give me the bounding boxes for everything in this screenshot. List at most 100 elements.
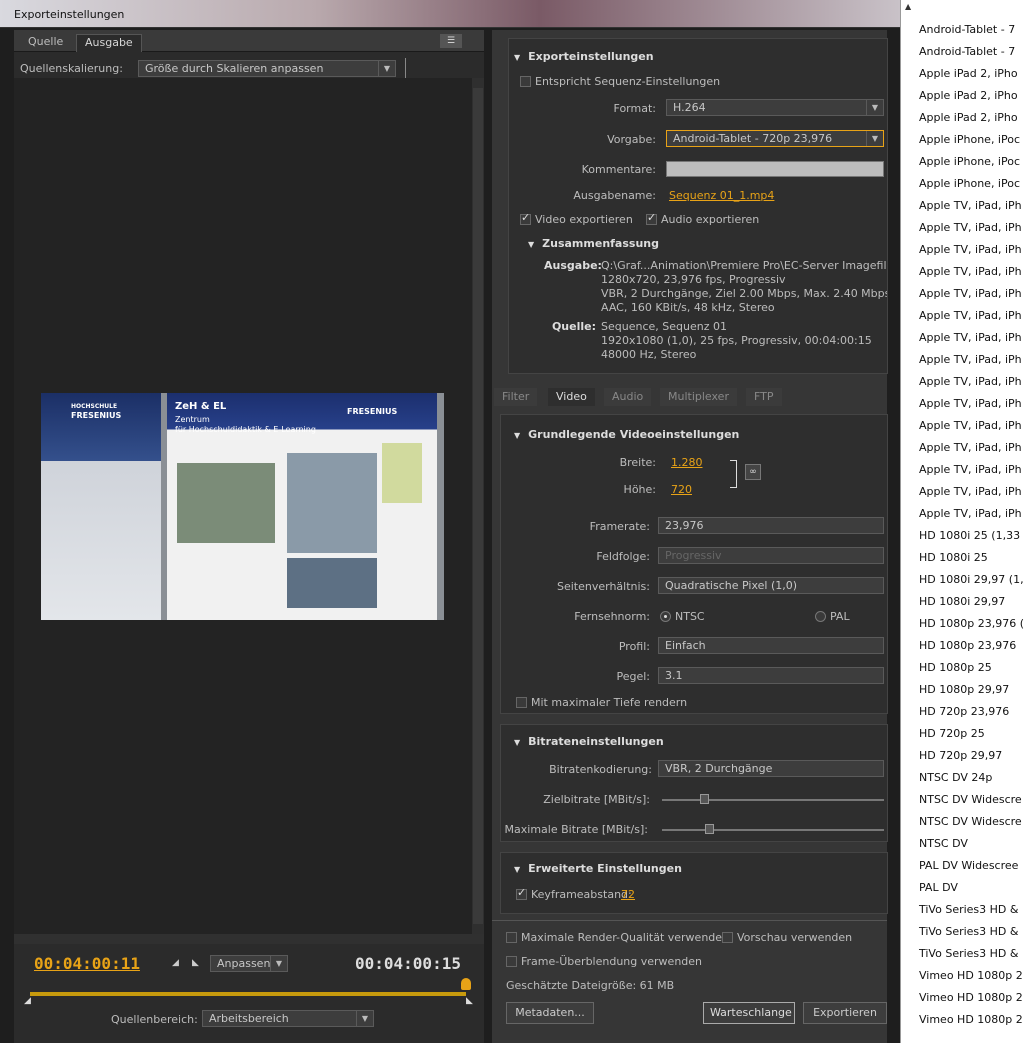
timeline-range-bar[interactable] (30, 992, 466, 996)
checkbox-icon[interactable] (646, 211, 657, 225)
preset-list-item[interactable]: Apple TV, iPad, iPh (919, 239, 1022, 261)
comments-input[interactable] (666, 161, 884, 177)
preset-list-item[interactable]: Apple iPad 2, iPho (919, 85, 1018, 107)
scrollbar-thumb[interactable] (473, 88, 483, 924)
height-value[interactable]: 720 (671, 483, 692, 496)
preset-list-item[interactable]: Android-Tablet - 7 (919, 19, 1015, 41)
preset-list-item[interactable]: Apple TV, iPad, iPh (919, 261, 1022, 283)
preset-select[interactable]: Android-Tablet - 720p 23,976 ▼ (666, 130, 884, 147)
tab-video[interactable]: Video (548, 388, 595, 406)
preset-list-item[interactable]: HD 1080i 25 (919, 547, 988, 569)
preset-list-item[interactable]: HD 1080p 23,976 (919, 635, 1016, 657)
pal-radio[interactable]: PAL (815, 610, 850, 623)
checkbox-icon[interactable] (506, 956, 517, 967)
metadata-button[interactable]: Metadaten... (506, 1002, 594, 1024)
export-button[interactable]: Exportieren (803, 1002, 887, 1024)
slider-handle[interactable] (705, 824, 714, 834)
preset-list-item[interactable]: Apple TV, iPad, iPh (919, 371, 1022, 393)
preset-list-item[interactable]: Apple TV, iPad, iPh (919, 327, 1022, 349)
frame-blending-checkbox[interactable]: Frame-Überblendung verwenden (506, 955, 702, 968)
aspect-ratio-select[interactable]: Quadratische Pixel (1,0) (658, 577, 884, 594)
preset-list-item[interactable]: Apple TV, iPad, iPh (919, 283, 1022, 305)
tab-multiplexer[interactable]: Multiplexer (660, 388, 737, 406)
preset-list-item[interactable]: PAL DV (919, 877, 958, 899)
format-select[interactable]: H.264 ▼ (666, 99, 884, 116)
use-preview-checkbox[interactable]: Vorschau verwenden (722, 931, 852, 944)
scroll-up-icon[interactable]: ▲ (905, 2, 911, 11)
mark-in-icon[interactable]: ◢ (172, 958, 179, 968)
preset-list-item[interactable]: Apple iPad 2, iPho (919, 107, 1018, 129)
radio-icon[interactable] (660, 611, 671, 622)
tab-audio[interactable]: Audio (604, 388, 652, 406)
bitrate-header[interactable]: Bitrateneinstellungen (514, 735, 664, 748)
mark-out-icon[interactable]: ◣ (192, 958, 199, 968)
preset-list-item[interactable]: HD 1080p 29,97 (919, 679, 1009, 701)
framerate-select[interactable]: 23,976 (658, 517, 884, 534)
profile-select[interactable]: Einfach (658, 637, 884, 654)
preset-list-item[interactable]: Apple iPhone, iPoc (919, 173, 1020, 195)
checkbox-icon[interactable] (506, 932, 517, 943)
preset-list-item[interactable]: Apple TV, iPad, iPh (919, 195, 1022, 217)
preset-list-item[interactable]: HD 1080p 23,976 (1 (919, 613, 1024, 635)
preset-list-item[interactable]: Apple TV, iPad, iPh (919, 481, 1022, 503)
keyframe-value[interactable]: 72 (621, 888, 635, 901)
tab-filter[interactable]: Filter (494, 388, 538, 406)
in-point-icon[interactable]: ◢ (24, 996, 31, 1006)
preset-list-item[interactable]: NTSC DV 24p (919, 767, 992, 789)
preset-list-item[interactable]: Apple TV, iPad, iPh (919, 349, 1022, 371)
preset-list-item[interactable]: TiVo Series3 HD & (919, 921, 1018, 943)
checkbox-icon[interactable] (516, 697, 527, 708)
horizontal-scrollbar[interactable] (14, 934, 484, 944)
advanced-header[interactable]: Erweiterte Einstellungen (514, 862, 682, 875)
max-depth-checkbox[interactable]: Mit maximaler Tiefe rendern (516, 696, 687, 709)
preset-list-item[interactable]: Apple iPhone, iPoc (919, 151, 1020, 173)
max-render-quality-checkbox[interactable]: Maximale Render-Qualität verwenden (506, 931, 729, 944)
link-icon[interactable]: ∞ (745, 464, 761, 480)
source-range-select[interactable]: Arbeitsbereich ▼ (202, 1010, 374, 1027)
max-bitrate-slider[interactable] (662, 824, 884, 834)
preset-list-item[interactable]: HD 720p 29,97 (919, 745, 1002, 767)
export-audio-checkbox[interactable]: Audio exportieren (646, 211, 759, 226)
preset-list-item[interactable]: Apple TV, iPad, iPh (919, 437, 1022, 459)
preset-list-item[interactable]: HD 1080i 29,97 (919, 591, 1005, 613)
preset-list-item[interactable]: Apple TV, iPad, iPh (919, 393, 1022, 415)
tab-ausgabe[interactable]: Ausgabe (76, 34, 142, 52)
preset-list-item[interactable]: Android-Tablet - 7 (919, 41, 1015, 63)
width-value[interactable]: 1.280 (671, 456, 703, 469)
match-sequence-checkbox[interactable]: Entspricht Sequenz-Einstellungen (520, 75, 720, 88)
preset-list-item[interactable]: HD 720p 23,976 (919, 701, 1009, 723)
preset-list-item[interactable]: Apple TV, iPad, iPh (919, 415, 1022, 437)
preset-list-item[interactable]: Apple TV, iPad, iPh (919, 305, 1022, 327)
export-video-checkbox[interactable]: Video exportieren (520, 211, 633, 226)
preset-list-item[interactable]: Apple iPad 2, iPho (919, 63, 1018, 85)
preset-list-item[interactable]: NTSC DV (919, 833, 968, 855)
preset-list-item[interactable]: HD 1080i 29,97 (1,3 (919, 569, 1024, 591)
preset-list-item[interactable]: HD 1080p 25 (919, 657, 992, 679)
preset-list-item[interactable]: Apple TV, iPad, iPh (919, 503, 1022, 525)
preset-list-item[interactable]: Apple TV, iPad, iPh (919, 217, 1022, 239)
source-scaling-select[interactable]: Größe durch Skalieren anpassen ▼ (138, 60, 396, 77)
preset-list-item[interactable]: Vimeo HD 1080p 2 (919, 987, 1023, 1009)
keyframe-checkbox[interactable]: Keyframeabstand: (516, 886, 632, 901)
level-select[interactable]: 3.1 (658, 667, 884, 684)
summary-header[interactable]: Zusammenfassung (528, 237, 659, 250)
slider-handle[interactable] (700, 794, 709, 804)
preset-list-item[interactable]: HD 1080i 25 (1,33 F (919, 525, 1024, 547)
export-settings-header[interactable]: Exporteinstellungen (514, 50, 653, 63)
preset-list-item[interactable]: NTSC DV Widescre (919, 811, 1022, 833)
vertical-scrollbar[interactable] (472, 78, 484, 934)
checkbox-icon[interactable] (722, 932, 733, 943)
tab-ftp[interactable]: FTP (746, 388, 782, 406)
checkbox-icon[interactable] (520, 211, 531, 225)
preset-list-item[interactable]: Apple iPhone, iPoc (919, 129, 1020, 151)
preset-list-item[interactable]: Apple TV, iPad, iPh (919, 459, 1022, 481)
video-settings-header[interactable]: Grundlegende Videoeinstellungen (514, 428, 739, 441)
preset-list-item[interactable]: Vimeo HD 1080p 2 (919, 1009, 1023, 1031)
preset-list-item[interactable]: PAL DV Widescree (919, 855, 1018, 877)
preset-list-item[interactable]: HD 720p 25 (919, 723, 985, 745)
tab-quelle[interactable]: Quelle (20, 34, 71, 52)
queue-button[interactable]: Warteschlange (703, 1002, 795, 1024)
ntsc-radio[interactable]: NTSC (660, 610, 705, 623)
target-bitrate-slider[interactable] (662, 794, 884, 804)
preset-list-item[interactable]: TiVo Series3 HD & (919, 899, 1018, 921)
